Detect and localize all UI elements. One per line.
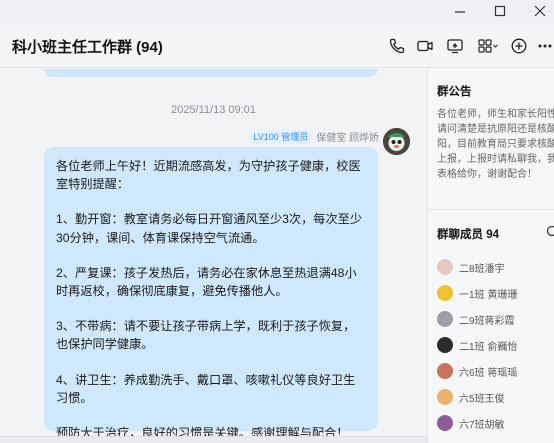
previous-message-bubble bbox=[44, 69, 378, 77]
chat-message-area[interactable]: 2025/11/13 09:01 LV100 管理员 保健室 顾烨娇 各位老师上… bbox=[0, 69, 427, 443]
phone-icon[interactable] bbox=[388, 37, 406, 55]
member-avatar bbox=[437, 259, 453, 275]
group-info-sidebar: 群公告 各位老师，师生和家长阳性，请问清楚是抗原阳还是核酸阳，目前教育局只要求核… bbox=[427, 69, 554, 443]
more-icon[interactable] bbox=[536, 37, 554, 55]
member-avatar bbox=[437, 415, 453, 431]
member-name: 二1班 俞巍怡 bbox=[459, 341, 518, 353]
member-item[interactable]: 二8班潘宇 bbox=[437, 257, 505, 277]
member-name: 二9班蒋彩霞 bbox=[459, 315, 515, 327]
member-avatar bbox=[437, 363, 453, 379]
add-icon[interactable] bbox=[510, 37, 528, 55]
member-avatar bbox=[437, 337, 453, 353]
member-item[interactable]: 六5班王俊 bbox=[437, 387, 505, 407]
admin-badge: LV100 管理员 bbox=[249, 129, 313, 144]
group-title: 科小班主任工作群 (94) bbox=[12, 39, 163, 56]
member-name: 二8班潘宇 bbox=[459, 263, 505, 275]
member-item[interactable]: 一1班 黄珊珊 bbox=[437, 283, 517, 303]
member-item[interactable]: 二1班 俞巍怡 bbox=[437, 335, 517, 355]
search-icon[interactable] bbox=[546, 225, 554, 239]
members-title[interactable]: 群聊成员 94 bbox=[437, 226, 499, 242]
member-name: 六7班胡敏 bbox=[459, 419, 505, 431]
video-camera-icon[interactable] bbox=[416, 37, 434, 55]
announcement-title[interactable]: 群公告 bbox=[437, 83, 472, 99]
close-icon[interactable] bbox=[532, 3, 548, 19]
member-item[interactable]: 六7班胡敏 bbox=[437, 413, 505, 433]
member-avatar bbox=[437, 389, 453, 405]
member-avatar bbox=[437, 285, 453, 301]
member-avatar bbox=[437, 311, 453, 327]
message-paragraph: 各位老师上午好！近期流感高发，为守护孩子健康，校医室特别提醒： bbox=[56, 159, 361, 192]
member-name: 六6班 蒋瑶瑶 bbox=[459, 367, 518, 379]
announcement-text: 各位老师，师生和家长阳性，请问清楚是抗原阳还是核酸阳，目前教育局只要求核酸阳上报… bbox=[437, 109, 554, 180]
input-area-edge[interactable] bbox=[0, 436, 427, 443]
sender-info: LV100 管理员 保健室 顾烨娇 bbox=[249, 129, 379, 144]
chat-header: 科小班主任工作群 (94) bbox=[0, 24, 554, 68]
message-paragraph: 3、不带病：请不要让孩子带病上学，既利于孩子恢复，也保护同学健康。 bbox=[56, 319, 356, 352]
minimize-icon[interactable] bbox=[452, 3, 468, 19]
maximize-icon[interactable] bbox=[492, 3, 508, 19]
message-timestamp: 2025/11/13 09:01 bbox=[171, 104, 256, 116]
member-name: 六5班王俊 bbox=[459, 393, 505, 405]
message-paragraph: 1、勤开窗：教室请务必每日开窗通风至少3次，每次至少30分钟，课间、体育课保持空… bbox=[56, 212, 363, 245]
message-paragraph: 2、严复课：孩子发热后，请务必在家休息至热退满48小时再返校，确保彻底康复，避免… bbox=[56, 265, 357, 299]
sender-name[interactable]: 保健室 顾烨娇 bbox=[316, 129, 379, 144]
apps-grid-icon[interactable] bbox=[477, 37, 499, 55]
screen-share-icon[interactable] bbox=[446, 37, 464, 55]
sidebar-divider bbox=[428, 209, 554, 210]
message-bubble[interactable]: 各位老师上午好！近期流感高发，为守护孩子健康，校医室特别提醒： 1、勤开窗：教室… bbox=[44, 147, 378, 440]
member-item[interactable]: 六6班 蒋瑶瑶 bbox=[437, 361, 517, 381]
member-name: 一1班 黄珊珊 bbox=[459, 289, 518, 301]
sender-avatar[interactable] bbox=[383, 128, 410, 155]
window-title-bar bbox=[0, 0, 554, 24]
message-paragraph: 4、讲卫生：养成勤洗手、戴口罩、咳嗽礼仪等良好卫生习惯。 bbox=[56, 372, 356, 405]
member-item[interactable]: 二9班蒋彩霞 bbox=[437, 309, 515, 329]
